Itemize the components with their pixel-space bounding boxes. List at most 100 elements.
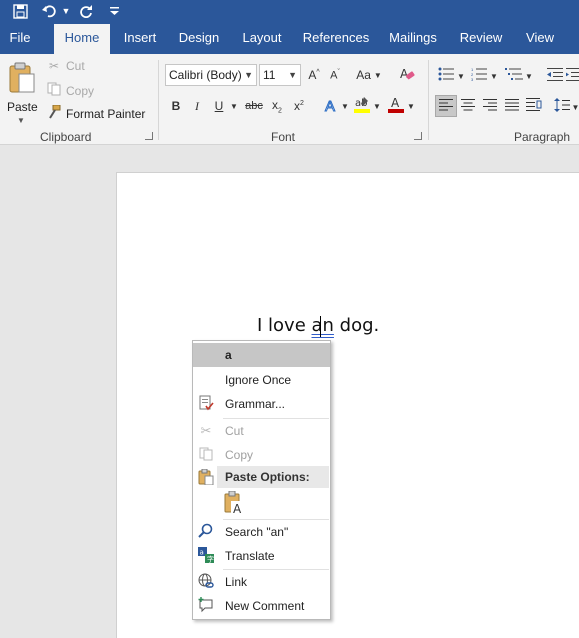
chevron-down-icon: ▼ xyxy=(407,101,415,111)
undo-icon[interactable] xyxy=(38,0,62,22)
align-center-button[interactable] xyxy=(459,96,477,116)
undo-dropdown-icon[interactable]: ▼ xyxy=(60,0,72,22)
justify-button[interactable] xyxy=(503,96,521,116)
bullets-icon xyxy=(438,67,454,84)
chevron-down-icon: ▼ xyxy=(525,71,533,81)
align-left-button[interactable] xyxy=(435,95,457,117)
change-case-button[interactable]: Aa ▼ xyxy=(354,65,384,85)
new-comment-label: New Comment xyxy=(225,599,305,613)
font-launcher-icon[interactable] xyxy=(414,132,422,140)
document-text[interactable]: I love an dog. xyxy=(257,315,379,336)
paintbrush-icon xyxy=(46,104,62,122)
new-comment-icon xyxy=(197,596,215,616)
text-effects-dropdown[interactable]: ▼ xyxy=(340,96,350,116)
copy-button[interactable]: Copy xyxy=(46,82,94,99)
clipboard-launcher-icon[interactable] xyxy=(145,132,153,140)
scissors-icon: ✂ xyxy=(200,423,212,438)
misspelled-word[interactable]: an xyxy=(312,315,334,336)
tab-review[interactable]: Review xyxy=(456,24,506,54)
bullets-dropdown[interactable]: ▼ xyxy=(456,66,466,86)
chevron-down-icon: ▼ xyxy=(230,101,238,111)
chevron-down-icon: ▼ xyxy=(457,71,465,81)
font-color-button[interactable]: A xyxy=(386,95,406,115)
ignore-once-label: Ignore Once xyxy=(225,373,292,387)
align-right-button[interactable] xyxy=(481,96,499,116)
cut-item[interactable]: ✂ Cut xyxy=(193,419,330,443)
bold-button[interactable]: B xyxy=(168,96,184,116)
text-effects-button[interactable]: A xyxy=(320,96,340,116)
clipboard-group-label: Clipboard xyxy=(40,130,92,144)
chevron-down-icon: ▼ xyxy=(288,70,297,80)
tab-home[interactable]: Home xyxy=(54,24,110,54)
quick-access-toolbar: ▼ xyxy=(0,0,579,24)
tab-layout[interactable]: Layout xyxy=(238,24,286,54)
redo-icon[interactable] xyxy=(74,0,98,22)
chevron-down-icon: ▼ xyxy=(572,102,579,112)
line-spacing-dropdown[interactable]: ▼ xyxy=(572,97,579,117)
strikethrough-button[interactable]: abc xyxy=(243,96,265,116)
spelling-suggestion-item[interactable]: a xyxy=(193,343,330,367)
paste-button[interactable]: Paste ▼ xyxy=(4,60,38,126)
font-color-dropdown[interactable]: ▼ xyxy=(406,96,416,116)
highlighter-icon: ab xyxy=(353,95,371,116)
customize-qa-icon[interactable] xyxy=(107,0,121,22)
increase-indent-button[interactable] xyxy=(566,65,579,85)
strikethrough-icon: abc xyxy=(245,100,263,112)
translate-icon: a字 xyxy=(197,546,215,566)
format-painter-button[interactable]: Format Painter xyxy=(46,104,145,122)
columns-button[interactable] xyxy=(525,96,543,116)
numbering-button[interactable]: 123 xyxy=(470,65,488,85)
decrease-indent-button[interactable] xyxy=(546,65,564,85)
search-item[interactable]: Search "an" xyxy=(193,520,330,544)
highlight-button[interactable]: ab xyxy=(352,95,372,115)
grammar-label: Grammar... xyxy=(225,397,286,411)
paste-icon xyxy=(8,62,36,97)
bullets-button[interactable] xyxy=(437,65,455,85)
translate-item[interactable]: a字 Translate xyxy=(193,544,330,568)
grow-font-button[interactable]: A^ xyxy=(305,65,323,85)
underline-button[interactable]: U xyxy=(210,96,228,116)
shrink-font-button[interactable]: Aˇ xyxy=(326,65,344,85)
tab-insert[interactable]: Insert xyxy=(118,24,162,54)
chevron-down-icon: ▼ xyxy=(373,70,382,80)
keep-text-only-button[interactable]: A xyxy=(223,490,247,517)
font-name-combo[interactable]: Calibri (Body) ▼ xyxy=(165,64,257,86)
copy-label: Copy xyxy=(225,448,254,462)
multilevel-list-button[interactable] xyxy=(504,65,524,85)
italic-button[interactable]: I xyxy=(190,96,204,116)
search-label: Search "an" xyxy=(225,525,289,539)
font-size-combo[interactable]: 11 ▼ xyxy=(259,64,301,86)
highlight-dropdown[interactable]: ▼ xyxy=(372,96,382,116)
tab-view[interactable]: View xyxy=(520,24,560,54)
multilevel-dropdown[interactable]: ▼ xyxy=(524,66,534,86)
svg-text:a: a xyxy=(200,548,204,556)
cut-label: Cut xyxy=(66,59,85,73)
numbering-dropdown[interactable]: ▼ xyxy=(489,66,499,86)
underline-dropdown[interactable]: ▼ xyxy=(229,96,239,116)
multilevel-list-icon xyxy=(505,67,523,84)
tab-references[interactable]: References xyxy=(298,24,374,54)
document-page[interactable] xyxy=(116,172,579,638)
line-spacing-button[interactable] xyxy=(552,96,572,116)
superscript-button[interactable]: x2 xyxy=(290,96,308,116)
subscript-icon: x2 xyxy=(272,97,282,115)
ignore-once-item[interactable]: Ignore Once xyxy=(193,368,330,392)
font-name-value: Calibri (Body) xyxy=(169,68,242,82)
chevron-down-icon: ▼ xyxy=(244,70,253,80)
subscript-button[interactable]: x2 xyxy=(268,96,286,116)
italic-icon: I xyxy=(195,98,199,113)
superscript-icon: x2 xyxy=(294,99,304,113)
scissors-icon: ✂ xyxy=(48,59,60,73)
svg-text:3: 3 xyxy=(471,77,474,81)
tab-mailings[interactable]: Mailings xyxy=(384,24,442,54)
copy-item[interactable]: Copy xyxy=(193,443,330,467)
chevron-down-icon: ▼ xyxy=(17,116,25,125)
link-item[interactable]: Link xyxy=(193,570,330,594)
tab-design[interactable]: Design xyxy=(172,24,226,54)
save-icon[interactable] xyxy=(8,0,32,22)
clear-formatting-button[interactable]: A xyxy=(397,65,417,85)
new-comment-item[interactable]: New Comment xyxy=(193,594,330,618)
cut-button[interactable]: ✂ Cut xyxy=(46,59,85,73)
tab-file[interactable]: File xyxy=(0,24,40,54)
grammar-item[interactable]: Grammar... xyxy=(193,392,330,416)
